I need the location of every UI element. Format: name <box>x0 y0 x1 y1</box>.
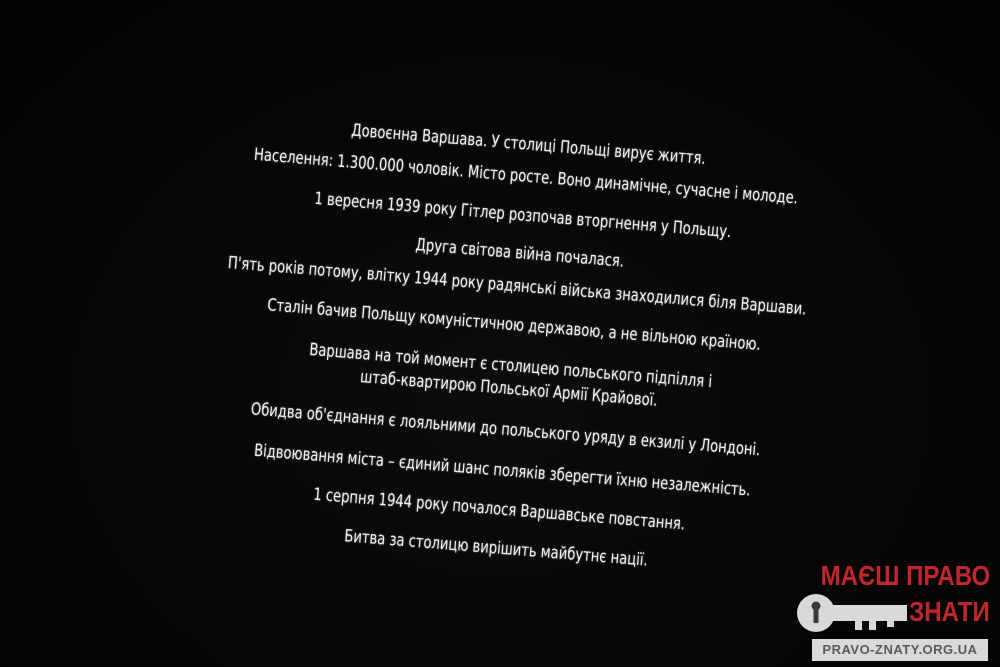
watermark-title-line2: ЗНАТИ <box>909 596 990 627</box>
watermark-logo: МАЄШ ПРАВО ЗНАТИ PRAVO-ZNATY.ORG.UA <box>790 556 1000 667</box>
key-icon <box>797 594 907 632</box>
projected-text-block: Довоєнна Варшава. У столиці Польщі вирує… <box>181 101 839 649</box>
projection-screen: Довоєнна Варшава. У столиці Польщі вирує… <box>0 0 1000 667</box>
watermark-url: PRAVO-ZNATY.ORG.UA <box>812 639 988 661</box>
watermark-title-line1: МАЄШ ПРАВО <box>820 560 990 591</box>
